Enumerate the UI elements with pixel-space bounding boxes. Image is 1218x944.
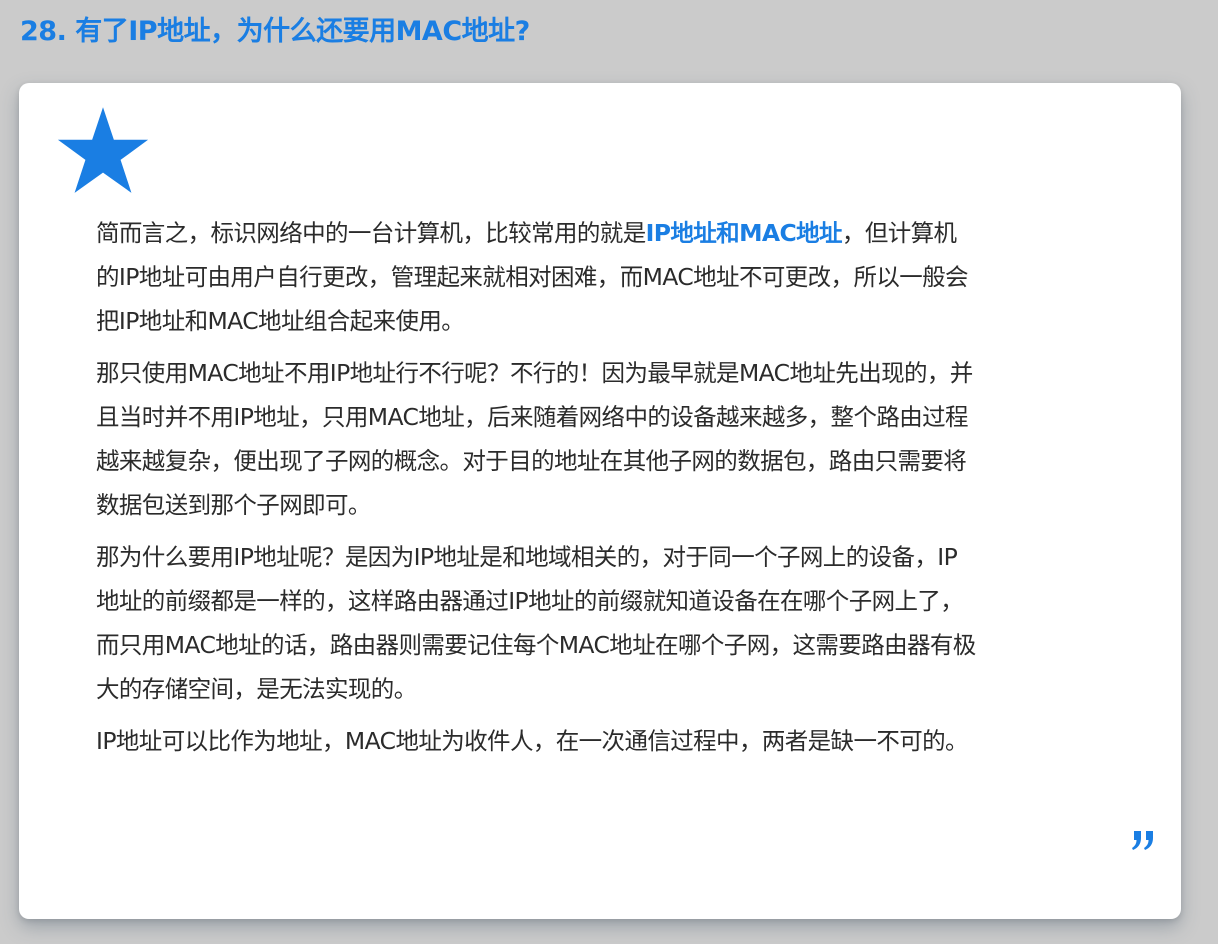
page-title: 28. 有了IP地址，为什么还要用MAC地址?	[20, 16, 530, 47]
note-content: 简而言之，标识网络中的一台计算机，比较常用的就是IP地址和MAC地址，但计算机的…	[96, 211, 976, 771]
highlight-ip-mac: IP地址和MAC地址	[645, 219, 843, 247]
paragraph-2: 那只使用MAC地址不用IP地址行不行呢？不行的！因为最早就是MAC地址先出现的，…	[96, 359, 973, 519]
closing-quote-icon	[1132, 831, 1153, 850]
paragraph-3: 那为什么要用IP地址呢？是因为IP地址是和地域相关的，对于同一个子网上的设备，I…	[96, 543, 976, 703]
note-card: 简而言之，标识网络中的一台计算机，比较常用的就是IP地址和MAC地址，但计算机的…	[19, 83, 1181, 919]
paragraph-1-intro: 简而言之，标识网络中的一台计算机，比较常用的就是	[96, 219, 646, 247]
paragraph-1: 简而言之，标识网络中的一台计算机，比较常用的就是IP地址和MAC地址，但计算机的…	[96, 211, 976, 343]
paragraph-4: IP地址可以比作为地址，MAC地址为收件人，在一次通信过程中，两者是缺一不可的。	[96, 727, 969, 755]
star-icon	[57, 107, 149, 193]
